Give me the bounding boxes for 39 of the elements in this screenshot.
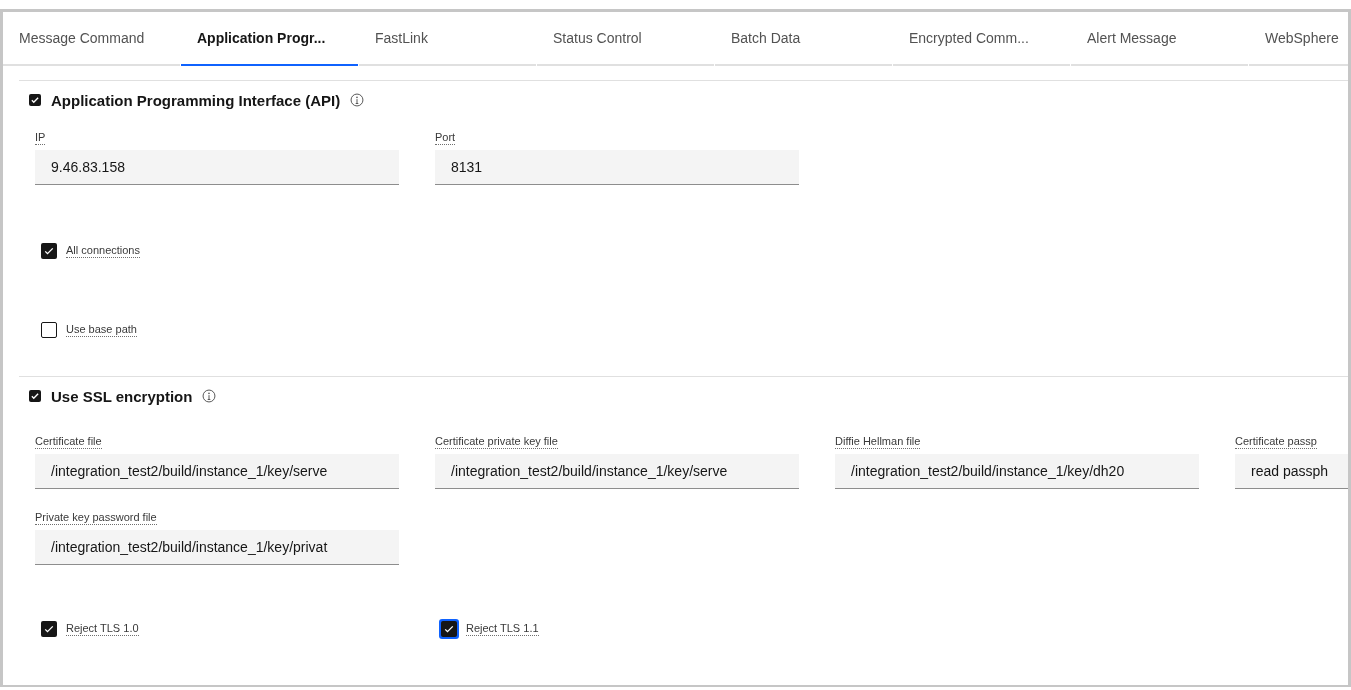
field-label: Port <box>435 131 456 145</box>
checkbox[interactable] <box>41 621 57 637</box>
check-icon <box>43 623 55 635</box>
info-icon[interactable] <box>350 93 365 107</box>
text-field[interactable]: /integration_test2/build/instance_1/key/privat <box>35 530 399 565</box>
tab[interactable]: Encrypted Comm... <box>893 12 1070 66</box>
tab[interactable]: Message Command <box>3 12 180 66</box>
text-field[interactable]: /integration_test2/build/instance_1/key/serve <box>35 454 399 489</box>
tab[interactable]: WebSphere <box>1249 12 1348 66</box>
field-label: Diffie Hellman file <box>835 435 921 449</box>
checkbox[interactable] <box>41 322 57 338</box>
text-field[interactable]: 9.46.83.158 <box>35 150 399 185</box>
field-label: IP <box>35 131 46 145</box>
tab[interactable]: Status Control <box>537 12 714 66</box>
tab[interactable]: Application Progr... <box>181 12 358 66</box>
section-title: Use SSL encryption <box>51 387 193 405</box>
check-icon <box>30 391 40 401</box>
text-field[interactable]: read passph <box>1235 454 1348 489</box>
field-label: Certificate passp <box>1235 435 1317 449</box>
check-icon <box>30 95 40 105</box>
section-checkbox[interactable] <box>29 390 41 402</box>
text-field[interactable]: /integration_test2/build/instance_1/key/dh20 <box>835 454 1199 489</box>
field-label: Certificate file <box>35 435 102 449</box>
tab[interactable]: Batch Data <box>715 12 892 66</box>
section-checkbox[interactable] <box>29 94 41 106</box>
field-label: Private key password file <box>35 511 157 525</box>
checkbox[interactable] <box>41 243 57 259</box>
section-title: Application Programming Interface (API) <box>51 91 341 109</box>
text-field[interactable]: /integration_test2/build/instance_1/key/serve <box>435 454 799 489</box>
checkbox-label[interactable]: Reject TLS 1.0 <box>66 622 139 636</box>
checkbox-label[interactable]: Reject TLS 1.1 <box>466 622 539 636</box>
check-icon <box>43 245 55 257</box>
field-label: Certificate private key file <box>435 435 558 449</box>
tab[interactable]: FastLink <box>359 12 536 66</box>
checkbox-label[interactable]: Use base path <box>66 323 137 337</box>
text-field[interactable]: 8131 <box>435 150 799 185</box>
tab[interactable]: Alert Message <box>1071 12 1248 66</box>
checkbox-label[interactable]: All connections <box>66 244 140 258</box>
info-icon[interactable] <box>202 389 217 403</box>
